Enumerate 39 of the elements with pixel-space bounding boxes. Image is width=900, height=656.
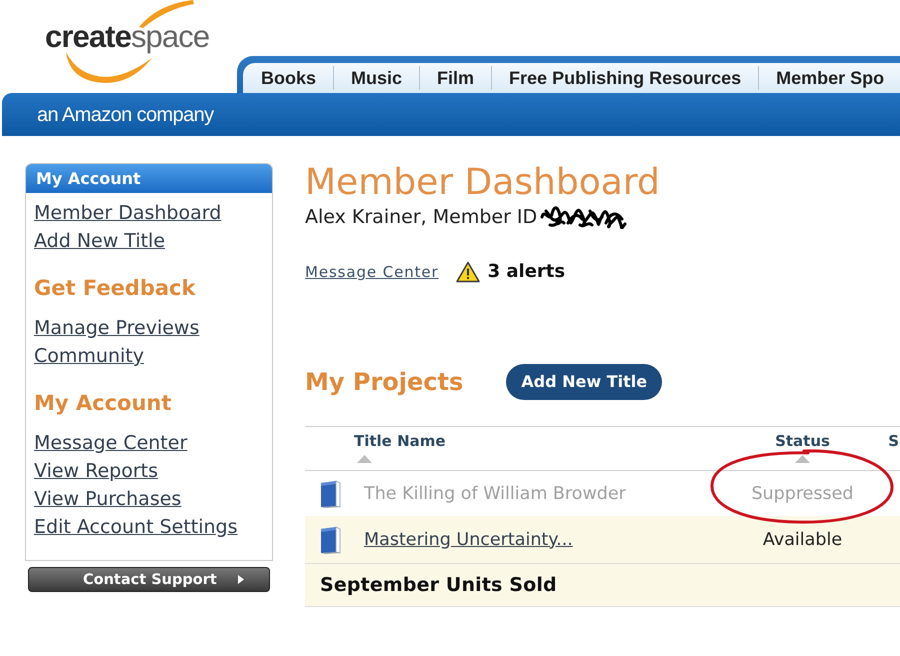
page-title: Member Dashboard [305,163,660,203]
title-text: The Killing of William Browder [364,482,626,504]
status-text: Available [762,528,842,550]
nav-tab[interactable]: Member Spo [758,66,884,90]
section-heading: Get Feedback [34,275,196,302]
message-center-link[interactable]: Message Center [305,262,439,282]
sidebar-link[interactable]: Message Center [34,429,188,457]
sidebar-link[interactable]: Manage Previews [34,314,200,342]
section-heading: My Account [34,390,172,417]
swoosh-icon [66,52,152,84]
tagline-text: an Amazon company [37,102,214,126]
section-heading: My Projects [305,367,464,397]
add-new-title-button[interactable]: Add New Title [506,364,662,400]
nav-tab[interactable]: Books [244,66,334,90]
warning-icon [456,261,480,283]
column-header[interactable]: Title Name [354,427,446,470]
column-header[interactable]: Status [775,427,830,470]
column-header[interactable]: S [888,427,899,470]
sidebar-link[interactable]: View Purchases [34,485,182,513]
nav-tab[interactable]: Film [419,66,492,90]
book-icon [320,480,342,508]
sidebar-link[interactable]: Add New Title [34,227,166,255]
sidebar-link[interactable]: Edit Account Settings [34,513,238,541]
summary-text: September Units Sold [320,573,557,597]
caret-icon [238,575,244,584]
sidebar-link[interactable]: Community [34,342,144,370]
nav-tab[interactable]: Music [333,66,420,90]
logo-text: createspace [45,19,210,55]
sidebar-link[interactable]: View Reports [34,457,158,485]
book-icon [320,526,342,554]
nav-tab[interactable]: Free Publishing Resources [491,66,758,90]
sidebar-link[interactable]: Member Dashboard [34,199,222,227]
status-text: Suppressed [751,482,854,504]
title-link[interactable]: Mastering Uncertainty... [364,528,573,550]
sidebar-header: My Account [26,164,272,193]
swoosh-icon [138,0,194,28]
alerts-count: 3 alerts [488,260,566,284]
member-info-text: Alex Krainer, Member ID [305,205,538,229]
contact-support-button[interactable]: Contact Support [28,567,270,592]
